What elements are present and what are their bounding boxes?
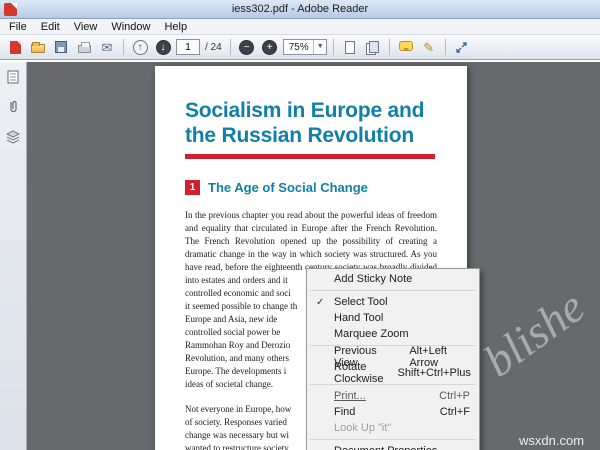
context-menu-item xyxy=(308,287,478,294)
toolbar-separator xyxy=(229,39,231,55)
context-menu-item[interactable]: Rotate Clockwise Shift+Ctrl+Plus xyxy=(308,361,478,385)
page-number-input[interactable] xyxy=(176,39,200,55)
text-line: In the previous chapter you read about t… xyxy=(185,210,437,220)
context-menu-item-shortcut: Ctrl+P xyxy=(439,390,470,402)
text-line: dramatic change in the way in which soci… xyxy=(185,249,437,259)
context-menu-item[interactable]: Print... Ctrl+P xyxy=(308,388,478,404)
context-menu-item-label: Look Up "it" xyxy=(334,422,392,434)
email-icon[interactable]: ✉ xyxy=(97,37,117,57)
minus-icon: − xyxy=(239,39,255,55)
paperclip-icon xyxy=(10,100,17,113)
up-arrow-icon: ↑ xyxy=(132,39,148,55)
chapter-title-line1: Socialism in Europe and xyxy=(185,99,425,122)
disk-icon xyxy=(55,41,67,53)
comment-icon[interactable] xyxy=(396,37,416,57)
context-menu-item-shortcut: Ctrl+F xyxy=(439,406,470,418)
document-icon xyxy=(9,40,21,54)
previous-page-button[interactable]: ↑ xyxy=(130,37,150,57)
context-menu-item xyxy=(308,381,478,388)
attachments-panel-button[interactable] xyxy=(3,98,23,116)
menu-item[interactable]: Help xyxy=(157,20,194,34)
zoom-level-select[interactable]: 75% ▼ xyxy=(282,39,327,55)
chevron-down-icon: ▼ xyxy=(312,40,324,54)
single-page-view-icon[interactable] xyxy=(340,37,360,57)
open-icon[interactable] xyxy=(28,37,48,57)
toolbar-separator xyxy=(444,39,446,55)
context-menu-item-label: Add Sticky Note xyxy=(334,273,413,285)
context-menu-item[interactable]: Hand Tool xyxy=(308,310,478,326)
context-menu-item-shortcut: Shift+Ctrl+Plus xyxy=(397,367,471,379)
create-pdf-icon[interactable] xyxy=(5,37,25,57)
layers-panel-button[interactable] xyxy=(3,128,23,146)
page-icon xyxy=(344,40,355,54)
zoom-level-value: 75% xyxy=(288,41,309,53)
title-bar: iess302.pdf - Adobe Reader xyxy=(0,0,600,19)
folder-icon xyxy=(31,42,45,53)
two-page-view-icon[interactable] xyxy=(363,37,383,57)
zoom-in-button[interactable]: + xyxy=(260,37,280,57)
context-menu: Add Sticky Note ✓ Select Tool Hand Tool … xyxy=(306,268,480,450)
navigation-pane xyxy=(0,62,27,450)
expand-arrows-icon xyxy=(456,41,467,53)
layers-icon xyxy=(6,130,20,144)
page-count-label: / 24 xyxy=(205,41,222,53)
pen-icon: ✎ xyxy=(423,39,435,55)
save-icon[interactable] xyxy=(51,37,71,57)
toolbar: ✉ ↑ ↓ / 24 − + 75% ▼ ✎ xyxy=(0,35,600,60)
printer-icon xyxy=(77,42,91,53)
context-menu-item[interactable]: Look Up "it" xyxy=(308,420,478,436)
context-menu-item[interactable]: ✓ Select Tool xyxy=(308,294,478,310)
section-heading: 1 The Age of Social Change xyxy=(185,179,437,195)
pages-panel-icon xyxy=(7,70,19,84)
section-title: The Age of Social Change xyxy=(208,179,368,195)
menu-item[interactable]: File xyxy=(2,20,34,34)
context-menu-item[interactable]: Document Properties... xyxy=(308,443,478,450)
context-menu-item xyxy=(308,436,478,443)
context-menu-item-label: Select Tool xyxy=(334,296,388,308)
section-number-badge: 1 xyxy=(185,179,200,195)
menu-item[interactable]: View xyxy=(67,20,105,34)
menu-bar: File Edit View Window Help xyxy=(0,19,600,35)
plus-icon: + xyxy=(262,39,278,55)
toolbar-separator xyxy=(332,39,334,55)
context-menu-item-label: Hand Tool xyxy=(334,312,384,324)
fullscreen-icon[interactable] xyxy=(452,37,472,57)
page-thumbnails-panel-button[interactable] xyxy=(3,68,23,86)
context-menu-item[interactable]: Find Ctrl+F xyxy=(308,404,478,420)
sign-icon[interactable]: ✎ xyxy=(419,37,439,57)
checkmark-icon: ✓ xyxy=(316,296,325,308)
toolbar-separator xyxy=(123,39,124,55)
text-line: and equality that circulated in Europe a… xyxy=(185,223,437,233)
chapter-title-line2: the Russian Revolution xyxy=(185,124,414,147)
menu-item[interactable]: Edit xyxy=(34,20,67,34)
title-underline-rule xyxy=(185,154,435,159)
pages-icon xyxy=(366,41,380,55)
context-menu-item-label: Print... xyxy=(334,390,366,402)
menu-item[interactable]: Window xyxy=(104,20,157,34)
work-area: Socialism in Europe and the Russian Revo… xyxy=(0,62,600,450)
site-watermark: wsxdn.com xyxy=(519,433,585,448)
next-page-button[interactable]: ↓ xyxy=(153,37,173,57)
speech-bubble-icon xyxy=(398,41,413,51)
zoom-out-button[interactable]: − xyxy=(237,37,257,57)
envelope-icon: ✉ xyxy=(101,39,113,55)
diagonal-watermark: blishe xyxy=(474,280,594,387)
print-icon[interactable] xyxy=(74,37,94,57)
context-menu-item-label: Marquee Zoom xyxy=(334,328,409,340)
text-line: The French Revolution opened up the poss… xyxy=(185,236,437,246)
context-menu-item-label: Document Properties... xyxy=(334,445,447,450)
down-arrow-icon: ↓ xyxy=(155,39,171,55)
toolbar-separator xyxy=(388,39,390,55)
context-menu-item-label: Find xyxy=(334,406,356,418)
window-title: iess302.pdf - Adobe Reader xyxy=(231,3,369,15)
context-menu-item[interactable]: Marquee Zoom xyxy=(308,326,478,342)
context-menu-item[interactable]: Add Sticky Note xyxy=(308,271,478,287)
